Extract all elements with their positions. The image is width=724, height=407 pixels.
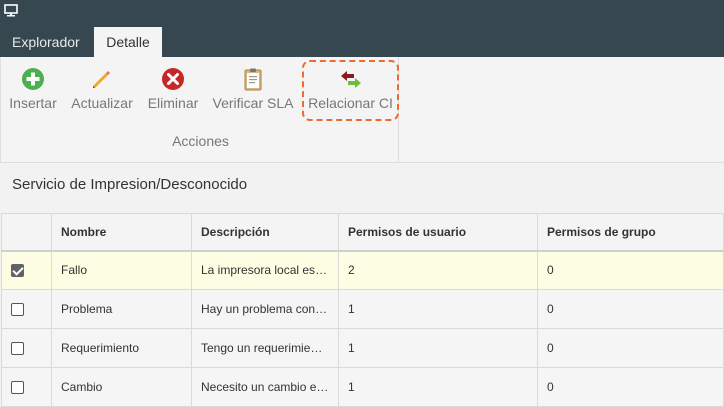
tab-explorador[interactable]: Explorador	[0, 27, 92, 57]
delete-button[interactable]: Eliminar	[145, 67, 201, 111]
clipboard-icon	[244, 68, 262, 91]
column-header-permisos-grupo[interactable]: Permisos de grupo	[537, 213, 724, 252]
row-checkbox[interactable]	[11, 303, 24, 317]
column-header-descripcion[interactable]: Descripción	[191, 213, 339, 252]
row-checkbox[interactable]	[11, 264, 24, 278]
cell-permisos-grupo: 0	[537, 289, 724, 329]
cell-permisos-usuario: 2	[338, 250, 538, 290]
cell-permisos-usuario: 1	[338, 328, 538, 368]
delete-circle-icon	[162, 68, 184, 90]
row-select-cell	[1, 250, 52, 290]
row-select-cell	[1, 328, 52, 368]
table-row[interactable]: Cambio Necesito un cambio e… 1 0	[1, 367, 724, 407]
ribbon-toolbar: Insertar Actualizar Eliminar Verificar S…	[0, 57, 724, 163]
insert-label: Insertar	[9, 95, 57, 111]
column-header-nombre[interactable]: Nombre	[51, 213, 192, 252]
title-bar	[0, 0, 724, 23]
cell-nombre: Problema	[51, 289, 192, 329]
row-select-cell	[1, 289, 52, 329]
table-row[interactable]: Fallo La impresora local est… 2 0	[1, 250, 724, 290]
row-checkbox[interactable]	[11, 381, 24, 395]
plus-circle-icon	[22, 68, 44, 90]
relate-ci-button[interactable]: Relacionar CI	[302, 60, 399, 121]
tab-detalle[interactable]: Detalle	[94, 27, 162, 57]
data-grid: Nombre Descripción Permisos de usuario P…	[1, 213, 724, 407]
cell-permisos-usuario: 1	[338, 367, 538, 407]
column-header-permisos-usuario[interactable]: Permisos de usuario	[338, 213, 538, 252]
actions-group: Insertar Actualizar Eliminar Verificar S…	[0, 57, 399, 162]
delete-label: Eliminar	[147, 95, 199, 111]
cell-nombre: Requerimiento	[51, 328, 192, 368]
cell-permisos-grupo: 0	[537, 250, 724, 290]
table-row[interactable]: Requerimiento Tengo un requerimien… 1 0	[1, 328, 724, 368]
actions-group-label: Acciones	[172, 133, 229, 149]
cell-permisos-grupo: 0	[537, 367, 724, 407]
section-title: Servicio de Impresion/Desconocido	[12, 176, 248, 193]
relate-ci-label: Relacionar CI	[308, 95, 393, 111]
cell-permisos-grupo: 0	[537, 328, 724, 368]
swap-arrows-icon	[340, 71, 361, 88]
cell-nombre: Fallo	[51, 250, 192, 290]
cell-nombre: Cambio	[51, 367, 192, 407]
update-button[interactable]: Actualizar	[69, 67, 135, 111]
verify-sla-button[interactable]: Verificar SLA	[209, 67, 297, 111]
monitor-icon	[4, 4, 18, 17]
select-column-header	[1, 213, 52, 252]
insert-button[interactable]: Insertar	[7, 67, 59, 111]
tab-bar: Explorador Detalle	[0, 23, 724, 57]
cell-descripcion: Necesito un cambio e…	[191, 367, 339, 407]
grid-header-row: Nombre Descripción Permisos de usuario P…	[1, 213, 724, 252]
cell-descripcion: Tengo un requerimien…	[191, 328, 339, 368]
cell-descripcion: Hay un problema con …	[191, 289, 339, 329]
row-checkbox[interactable]	[11, 342, 24, 356]
verify-sla-label: Verificar SLA	[212, 95, 294, 111]
row-select-cell	[1, 367, 52, 407]
table-row[interactable]: Problema Hay un problema con … 1 0	[1, 289, 724, 329]
cell-descripcion: La impresora local est…	[191, 250, 339, 290]
update-label: Actualizar	[71, 95, 133, 111]
cell-permisos-usuario: 1	[338, 289, 538, 329]
pencil-icon	[93, 71, 110, 88]
